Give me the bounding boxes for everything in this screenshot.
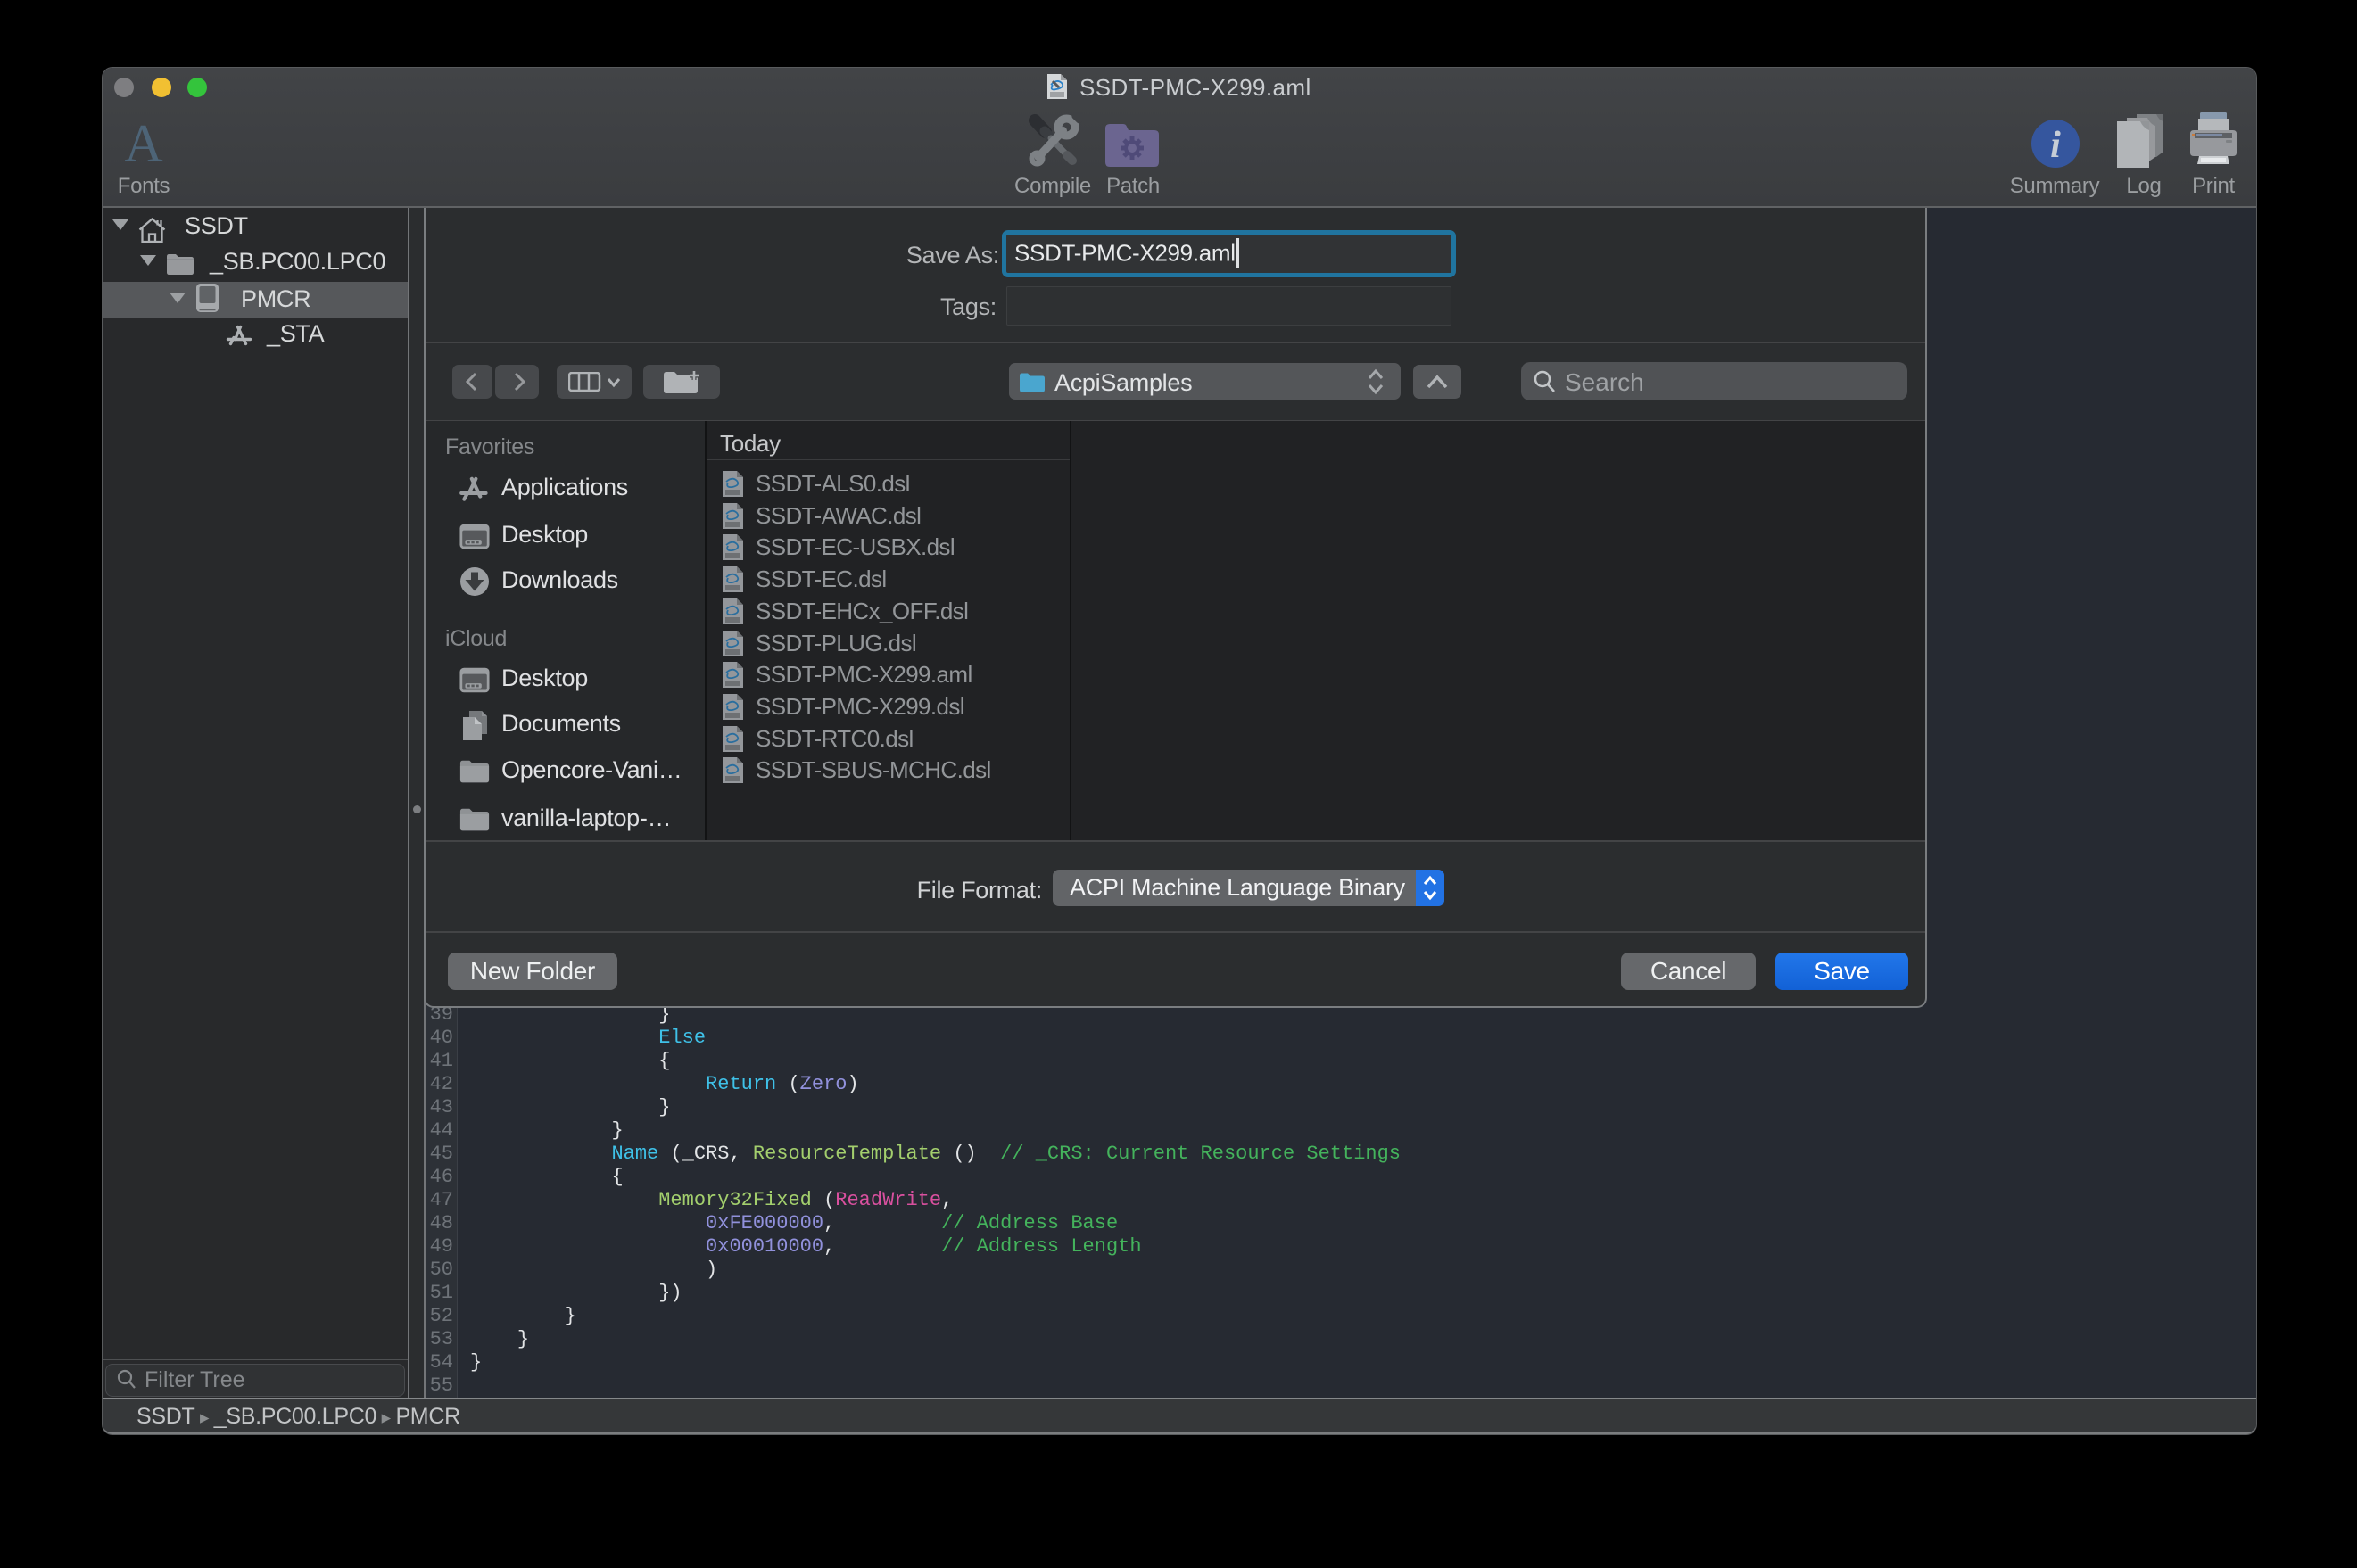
svg-text:i: i: [2050, 125, 2061, 166]
